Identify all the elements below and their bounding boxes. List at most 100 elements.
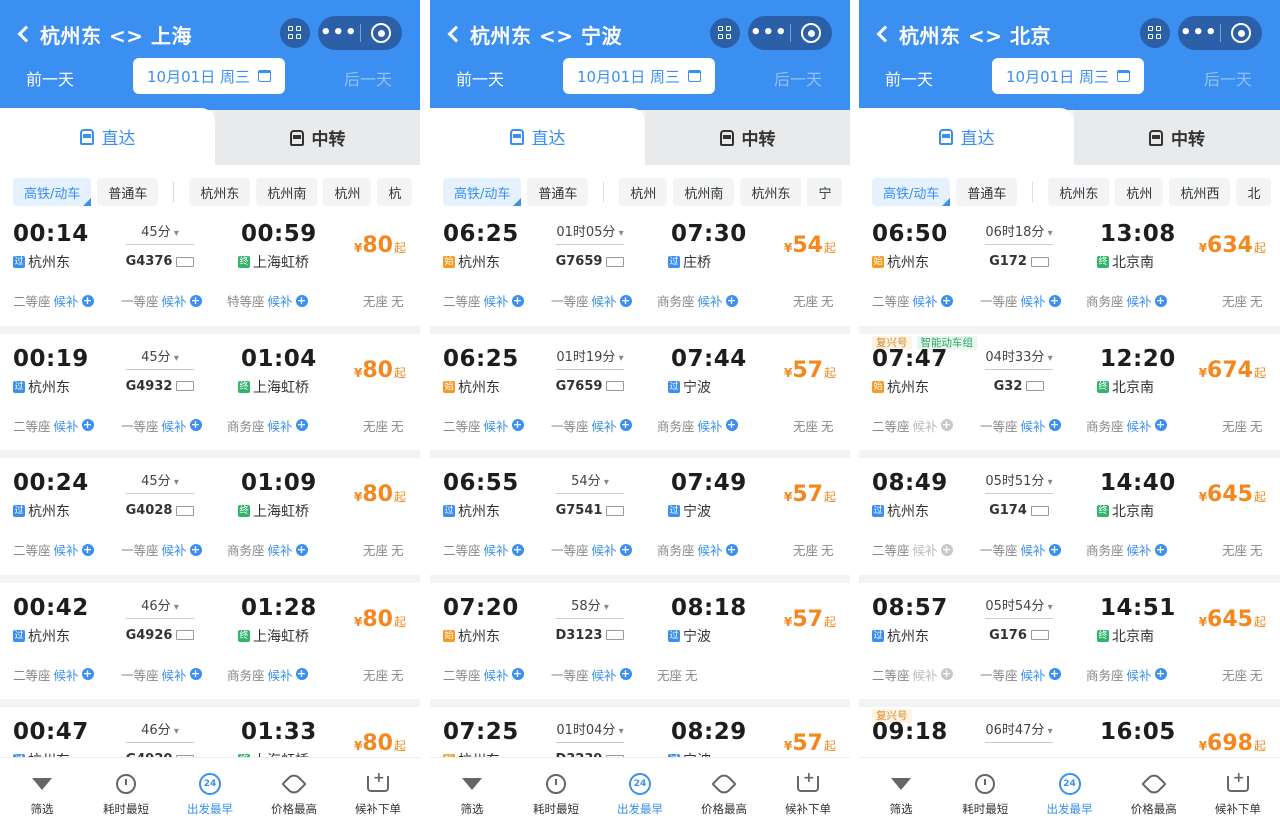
add-waitlist-icon[interactable]: +	[295, 294, 308, 307]
seat-option[interactable]: 商务座 候补 +	[1086, 540, 1167, 559]
waitlist-label[interactable]: 候补	[1021, 291, 1046, 310]
seat-option[interactable]: 商务座 候补 +	[657, 291, 738, 310]
add-waitlist-icon[interactable]: +	[511, 543, 524, 556]
waitlist-label[interactable]: 候补	[484, 540, 509, 559]
station-chip[interactable]: 杭州东	[189, 178, 251, 206]
waitlist-label[interactable]: 候补	[484, 665, 509, 684]
seat-option[interactable]: 二等座 候补 +	[13, 291, 94, 310]
add-waitlist-icon[interactable]: +	[725, 419, 738, 431]
add-waitlist-icon[interactable]: +	[1048, 668, 1061, 680]
add-waitlist-icon[interactable]: +	[940, 543, 953, 556]
train-type-chip[interactable]: 普通车	[97, 178, 159, 206]
tab-transfer[interactable]: 中转	[1074, 110, 1280, 165]
duration[interactable]: 05时51分	[981, 470, 1057, 489]
waitlist-order-button[interactable]: 候补下单	[1196, 758, 1280, 837]
seat-option[interactable]: 一等座 候补 +	[121, 665, 202, 684]
seat-option[interactable]: 二等座 候补 +	[13, 540, 94, 559]
waitlist-label[interactable]: 候补	[268, 291, 293, 310]
close-miniapp-icon[interactable]	[360, 23, 402, 43]
add-waitlist-icon[interactable]: +	[189, 419, 202, 431]
waitlist-label[interactable]: 候补	[1127, 416, 1152, 435]
sort-duration-button[interactable]: 耗时最短	[84, 758, 168, 837]
next-day-button[interactable]: 后一天	[1204, 66, 1252, 90]
sort-price-button[interactable]: 价格最高	[252, 758, 336, 837]
seat-option[interactable]: 二等座 候补 +	[443, 665, 524, 684]
scan-button[interactable]	[710, 18, 740, 48]
station-chip[interactable]: 北	[1236, 178, 1272, 206]
add-waitlist-icon[interactable]: +	[511, 419, 524, 431]
waitlist-label[interactable]: 候补	[54, 665, 79, 684]
duration[interactable]: 01时05分	[552, 221, 628, 240]
waitlist-label[interactable]: 候补	[1127, 291, 1152, 310]
add-waitlist-icon[interactable]: +	[189, 294, 202, 307]
waitlist-label[interactable]: 候补	[913, 665, 938, 684]
waitlist-order-button[interactable]: 候补下单	[336, 758, 420, 837]
seat-option[interactable]: 商务座 候补 +	[1086, 291, 1167, 310]
seat-option[interactable]: 一等座 候补 +	[980, 416, 1061, 435]
back-chevron-icon[interactable]	[876, 25, 894, 43]
seat-option[interactable]: 商务座 候补 +	[1086, 665, 1167, 684]
waitlist-label[interactable]: 候补	[1127, 665, 1152, 684]
waitlist-label[interactable]: 候补	[913, 291, 938, 310]
filter-button[interactable]: 筛选	[859, 758, 943, 837]
train-card[interactable]: 06:5554分G754107:49过杭州东过宁波¥57起二等座候补+一等座候补…	[430, 458, 850, 583]
more-icon[interactable]: •••	[748, 16, 790, 50]
station-chip[interactable]: 宁	[807, 178, 843, 206]
tab-direct[interactable]: 直达	[430, 108, 645, 165]
seat-option[interactable]: 特等座 候补 +	[227, 291, 308, 310]
scan-button[interactable]	[280, 18, 310, 48]
more-icon[interactable]: •••	[318, 16, 360, 50]
duration[interactable]: 01时04分	[552, 719, 628, 738]
add-waitlist-icon[interactable]: +	[1154, 294, 1167, 307]
seat-option[interactable]: 商务座 候补 +	[657, 416, 738, 435]
add-waitlist-icon[interactable]: +	[1048, 419, 1061, 431]
waitlist-label[interactable]: 候补	[592, 416, 617, 435]
train-card[interactable]: 07:2058分D312308:18始杭州东过宁波¥57起二等座候补+一等座候补…	[430, 582, 850, 707]
add-waitlist-icon[interactable]: +	[619, 294, 632, 307]
duration[interactable]: 45分	[122, 221, 198, 240]
seat-option[interactable]: 二等座 候补 +	[872, 416, 953, 435]
scan-button[interactable]	[1140, 18, 1170, 48]
prev-day-button[interactable]: 前一天	[885, 66, 933, 90]
add-waitlist-icon[interactable]: +	[81, 419, 94, 431]
station-chip[interactable]: 杭州	[1115, 178, 1164, 206]
add-waitlist-icon[interactable]: +	[81, 668, 94, 680]
duration[interactable]: 05时54分	[981, 595, 1057, 614]
seat-option[interactable]: 一等座 候补 +	[980, 291, 1061, 310]
train-card[interactable]: 08:5705时54分G17614:51过杭州东终北京南¥645起二等座候补+一…	[859, 582, 1280, 707]
seat-option[interactable]: 一等座 候补 +	[551, 416, 632, 435]
add-waitlist-icon[interactable]: +	[511, 294, 524, 307]
close-miniapp-icon[interactable]	[1220, 23, 1262, 43]
add-waitlist-icon[interactable]: +	[511, 668, 524, 680]
seat-option[interactable]: 商务座 候补 +	[657, 540, 738, 559]
train-card[interactable]: 00:4246分G492601:28过杭州东终上海虹桥¥80起二等座候补+一等座…	[0, 582, 420, 707]
station-chip[interactable]: 杭州	[323, 178, 372, 206]
waitlist-label[interactable]: 候补	[698, 540, 723, 559]
duration[interactable]: 01时19分	[552, 346, 628, 365]
add-waitlist-icon[interactable]: +	[1048, 294, 1061, 307]
close-miniapp-icon[interactable]	[790, 23, 832, 43]
seat-option[interactable]: 一等座 候补 +	[121, 416, 202, 435]
train-type-chip[interactable]: 普通车	[956, 178, 1018, 206]
duration[interactable]: 54分	[552, 470, 628, 489]
add-waitlist-icon[interactable]: +	[189, 543, 202, 556]
train-type-chip[interactable]: 普通车	[527, 178, 589, 206]
seat-option[interactable]: 一等座 候补 +	[980, 540, 1061, 559]
prev-day-button[interactable]: 前一天	[26, 66, 74, 90]
seat-option[interactable]: 一等座 候补 +	[551, 291, 632, 310]
more-icon[interactable]: •••	[1178, 16, 1220, 50]
add-waitlist-icon[interactable]: +	[295, 419, 308, 431]
seat-option[interactable]: 二等座 候补 +	[443, 416, 524, 435]
next-day-button[interactable]: 后一天	[344, 66, 392, 90]
add-waitlist-icon[interactable]: +	[619, 419, 632, 431]
waitlist-label[interactable]: 候补	[1021, 540, 1046, 559]
back-chevron-icon[interactable]	[447, 25, 465, 43]
train-card[interactable]: 复兴号智能动车组07:4704时33分G3212:20始杭州东终北京南¥674起…	[859, 333, 1280, 458]
train-card[interactable]: 06:2501时19分G765907:44始杭州东过宁波¥57起二等座候补+一等…	[430, 333, 850, 458]
filter-button[interactable]: 筛选	[430, 758, 514, 837]
waitlist-label[interactable]: 候补	[484, 416, 509, 435]
duration[interactable]: 58分	[552, 595, 628, 614]
waitlist-label[interactable]: 候补	[162, 416, 187, 435]
add-waitlist-icon[interactable]: +	[1154, 668, 1167, 680]
add-waitlist-icon[interactable]: +	[940, 294, 953, 307]
